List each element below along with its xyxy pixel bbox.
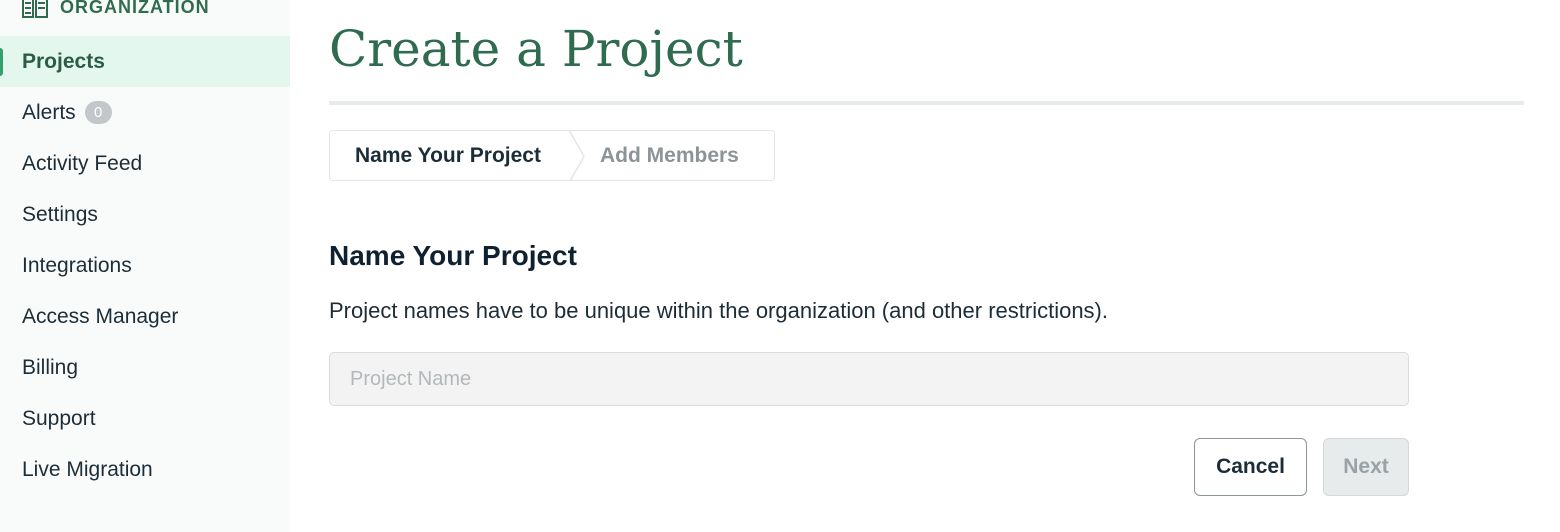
sidebar-item-integrations[interactable]: Integrations — [0, 240, 290, 291]
sidebar-item-label: Live Migration — [22, 457, 153, 481]
wizard-stepper: Name Your Project Add Members — [329, 130, 775, 181]
sidebar-item-label: Alerts — [22, 100, 76, 124]
building-icon — [22, 0, 48, 18]
cancel-button[interactable]: Cancel — [1194, 438, 1307, 496]
sidebar-item-activity-feed[interactable]: Activity Feed — [0, 138, 290, 189]
app-root: ORGANIZATION Projects Alerts 0 Activity … — [0, 0, 1560, 532]
sidebar-item-label: Projects — [22, 49, 105, 73]
sidebar-item-label: Activity Feed — [22, 151, 143, 175]
sidebar-item-label: Integrations — [22, 253, 132, 277]
page-title: Create a Project — [329, 20, 743, 78]
section-title: Name Your Project — [329, 240, 577, 271]
sidebar-item-alerts[interactable]: Alerts 0 — [0, 87, 290, 138]
sidebar-item-label: Billing — [22, 355, 79, 379]
sidebar-nav: Projects Alerts 0 Activity Feed Settings… — [0, 36, 290, 495]
next-button[interactable]: Next — [1323, 438, 1409, 496]
sidebar-item-access-manager[interactable]: Access Manager — [0, 291, 290, 342]
sidebar-item-live-migration[interactable]: Live Migration — [0, 444, 290, 495]
sidebar-item-label: Access Manager — [22, 304, 179, 328]
main-content: Create a Project Name Your Project Add M… — [290, 0, 1560, 532]
sidebar-item-label: Settings — [22, 202, 98, 226]
title-divider — [329, 101, 1524, 105]
step-add-members[interactable]: Add Members — [570, 131, 739, 180]
project-name-input[interactable] — [329, 352, 1409, 406]
sidebar-item-settings[interactable]: Settings — [0, 189, 290, 240]
org-header: ORGANIZATION — [22, 0, 210, 20]
step-label: Add Members — [600, 143, 739, 167]
step-name-your-project[interactable]: Name Your Project — [330, 131, 570, 180]
sidebar-item-support[interactable]: Support — [0, 393, 290, 444]
org-label: ORGANIZATION — [60, 0, 210, 17]
sidebar-item-label: Support — [22, 406, 96, 430]
sidebar-item-billing[interactable]: Billing — [0, 342, 290, 393]
sidebar: ORGANIZATION Projects Alerts 0 Activity … — [0, 0, 290, 532]
section-description: Project names have to be unique within t… — [329, 298, 1108, 323]
step-label: Name Your Project — [355, 143, 541, 167]
sidebar-item-projects[interactable]: Projects — [0, 36, 290, 87]
alerts-count-badge: 0 — [84, 101, 112, 124]
step-chevron-icon — [568, 131, 585, 180]
